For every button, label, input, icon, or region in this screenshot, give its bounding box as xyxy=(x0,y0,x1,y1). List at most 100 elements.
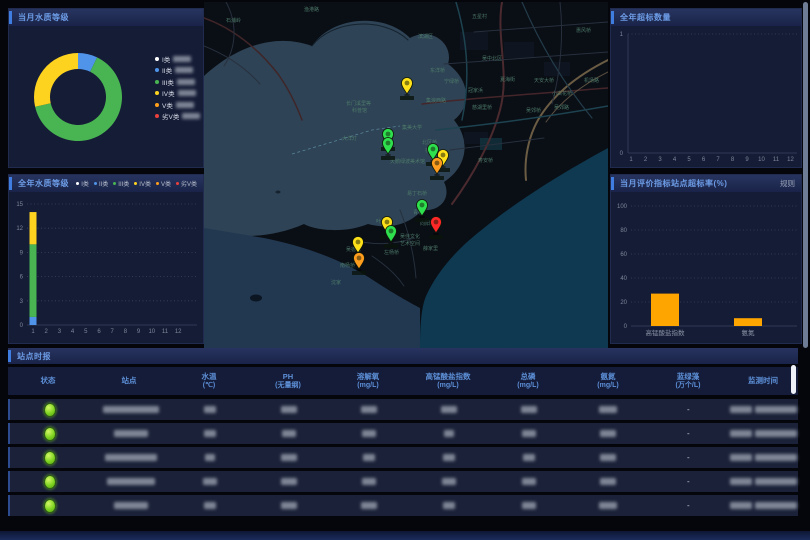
map-label: 机场路 xyxy=(584,77,599,84)
stacked-bar-III类-m1 xyxy=(30,244,37,317)
table-cell xyxy=(329,502,409,509)
svg-text:12: 12 xyxy=(175,329,182,335)
svg-text:2: 2 xyxy=(45,329,49,335)
exceedance-rate-bar-chart: 020406080100高锰酸盐指数氨氮 xyxy=(611,192,803,343)
stacked-bar-IV类-m1 xyxy=(30,212,37,244)
legend-item[interactable]: IV类 xyxy=(134,179,151,188)
station-map[interactable]: 石浦岭渔港路五星村滨湖区惠风桥吴中北区东洋桥宁绿桥冠家浜夏海街天安大桥机场路小白… xyxy=(204,2,608,348)
table-cell xyxy=(90,406,172,413)
legend-label: I类 xyxy=(162,54,170,64)
svg-text:6: 6 xyxy=(97,329,101,335)
table-row[interactable]: - xyxy=(8,423,798,444)
table-cell: - xyxy=(648,405,728,414)
table-column-headers: 状态站点水温(℃)PH(无量纲)溶解氧(mg/L)高锰酸盐指数(mg/L)总磷(… xyxy=(8,367,798,395)
table-cell xyxy=(10,475,90,489)
status-dot-normal xyxy=(44,427,56,441)
legend-label: II类 xyxy=(162,65,172,75)
svg-text:10: 10 xyxy=(758,157,765,163)
page-scrollbar[interactable] xyxy=(803,2,808,348)
svg-text:15: 15 xyxy=(16,202,23,208)
legend-label: V类 xyxy=(162,100,173,110)
svg-text:9: 9 xyxy=(20,250,24,256)
redacted-time xyxy=(755,430,797,437)
svg-text:40: 40 xyxy=(620,276,627,282)
legend-item[interactable]: II类 xyxy=(94,179,108,188)
panel-annual-quality: 全年水质等级 I类II类III类IV类V类劣V类 036912151234567… xyxy=(8,174,204,344)
panel-station-table: 站点时报 状态站点水温(℃)PH(无量纲)溶解氧(mg/L)高锰酸盐指数(mg/… xyxy=(8,348,798,524)
svg-text:9: 9 xyxy=(745,157,749,163)
redacted-value xyxy=(600,454,616,461)
legend-item[interactable]: IV类 xyxy=(155,90,200,97)
redacted-value xyxy=(182,113,200,119)
table-row[interactable]: - xyxy=(8,495,798,516)
svg-text:5: 5 xyxy=(84,329,88,335)
legend-item[interactable]: 劣V类 xyxy=(155,113,200,120)
map-label: 薛家里 xyxy=(423,245,438,252)
redacted-value xyxy=(203,478,217,485)
table-cell xyxy=(10,451,90,465)
map-label: 小白花桥 xyxy=(552,90,572,97)
svg-text:3: 3 xyxy=(658,157,662,163)
redacted-value xyxy=(362,478,376,485)
table-row[interactable]: - xyxy=(8,471,798,492)
map-label: 石浦岭 xyxy=(226,17,241,24)
legend-dot xyxy=(155,114,159,118)
table-cell xyxy=(329,478,409,485)
panel-title: 全年超标数量 xyxy=(620,12,671,23)
algae-value: - xyxy=(687,477,690,486)
map-pin-red[interactable] xyxy=(429,217,443,240)
table-cell xyxy=(489,406,569,413)
table-cell xyxy=(249,454,329,461)
legend-item[interactable]: 劣V类 xyxy=(176,179,197,188)
exceedance-chart: 10123456789101112 xyxy=(611,26,803,167)
legend-item[interactable]: II类 xyxy=(155,67,200,74)
redacted-value xyxy=(361,502,377,509)
redacted-value xyxy=(205,454,215,461)
map-label: 易丁石桥 xyxy=(407,190,427,197)
redacted-value xyxy=(281,502,297,509)
svg-text:4: 4 xyxy=(71,329,75,335)
svg-text:1: 1 xyxy=(620,32,624,38)
pin-tag xyxy=(415,218,429,222)
legend-dot xyxy=(155,68,159,72)
table-scrollbar[interactable] xyxy=(791,365,796,394)
svg-text:20: 20 xyxy=(620,300,627,306)
map-label: 吴佳文化 xyxy=(400,233,420,240)
legend-item[interactable]: V类 xyxy=(156,179,171,188)
algae-value: - xyxy=(687,453,690,462)
redacted-value xyxy=(204,430,216,437)
table-column-header-9: 蓝绿藻(万个/L) xyxy=(648,372,728,391)
svg-text:7: 7 xyxy=(716,157,720,163)
legend-item[interactable]: I类 xyxy=(155,55,200,62)
table-cell xyxy=(569,406,649,413)
redacted-value xyxy=(443,454,455,461)
table-cell xyxy=(409,406,489,413)
legend-item[interactable]: V类 xyxy=(155,101,200,108)
rule-link[interactable]: 规则 xyxy=(780,178,795,189)
map-label: 科普馆 xyxy=(352,107,367,114)
table-row[interactable]: - xyxy=(8,447,798,468)
legend-item[interactable]: III类 xyxy=(113,179,129,188)
svg-text:9: 9 xyxy=(137,329,141,335)
legend-item[interactable]: III类 xyxy=(155,78,200,85)
table-cell xyxy=(249,502,329,509)
map-islet xyxy=(276,191,281,194)
algae-value: - xyxy=(687,405,690,414)
panel-title: 当月评价指标站点超标率(%) xyxy=(620,178,727,189)
svg-text:8: 8 xyxy=(124,329,128,335)
svg-text:3: 3 xyxy=(58,329,62,335)
redacted-station-name xyxy=(103,406,159,413)
map-label: 南杨桥 xyxy=(340,262,355,269)
table-cell xyxy=(569,454,649,461)
table-row[interactable]: - xyxy=(8,399,798,420)
svg-text:60: 60 xyxy=(620,252,627,258)
pin-tag xyxy=(381,156,395,160)
redacted-value xyxy=(282,430,296,437)
table-column-header-7: 总磷(mg/L) xyxy=(488,372,568,391)
table-cell xyxy=(489,478,569,485)
legend-item[interactable]: I类 xyxy=(76,179,89,188)
map-label: 慈湖里桥 xyxy=(472,104,492,111)
annual-stacked-bar-chart: 03691215123456789101112 xyxy=(9,192,205,343)
status-dot-normal xyxy=(44,451,56,465)
legend-dot xyxy=(134,182,137,185)
